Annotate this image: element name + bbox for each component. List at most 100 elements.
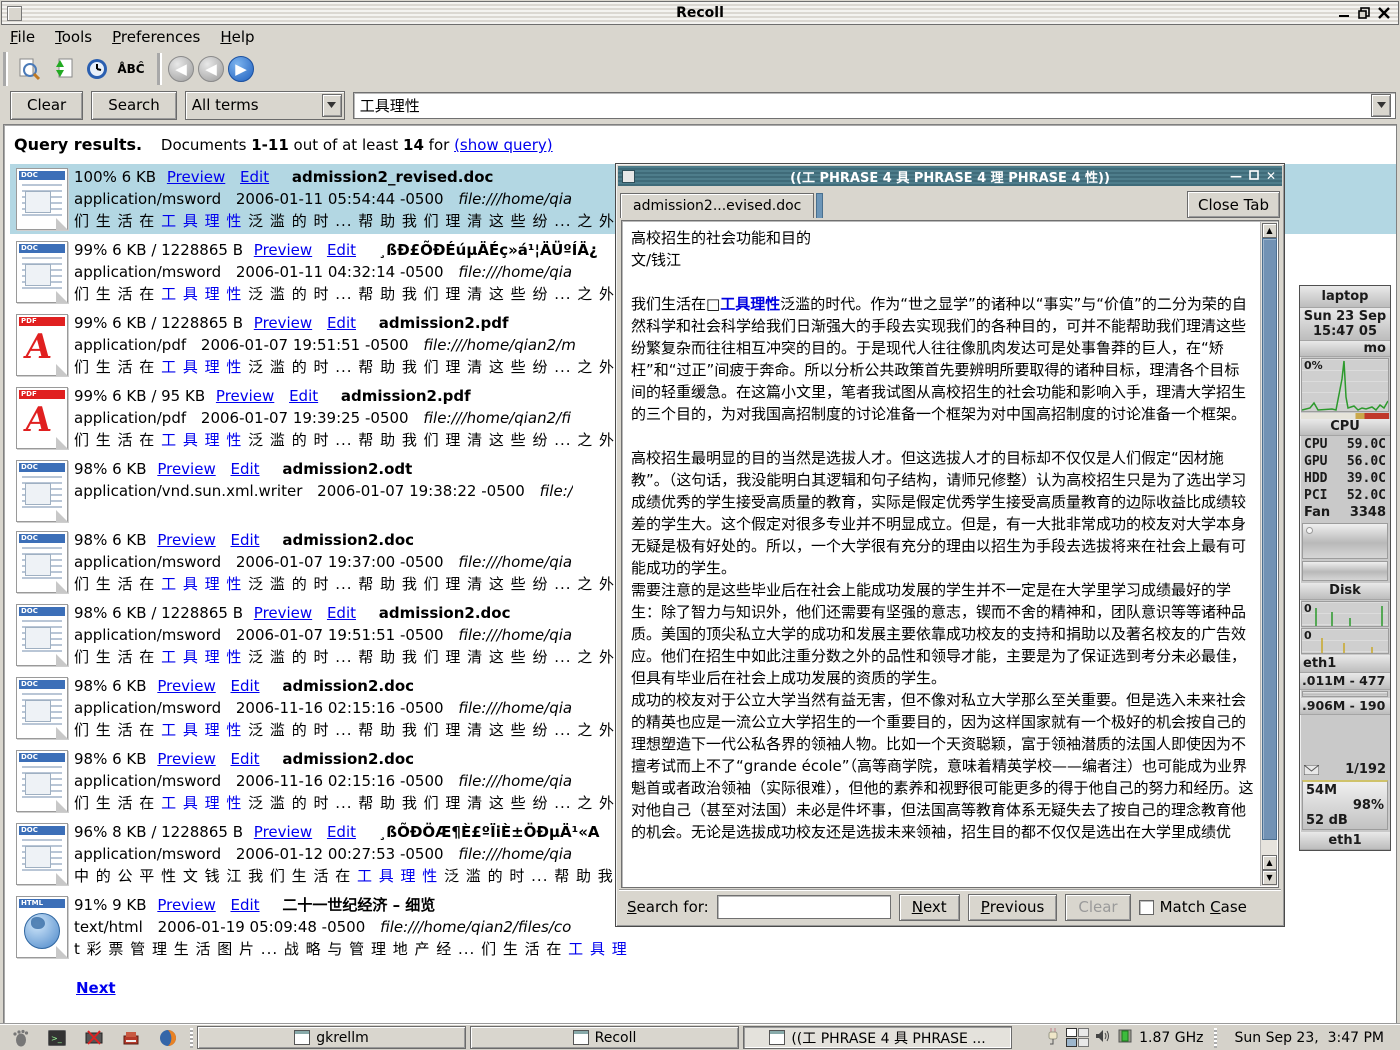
result-filename: ¸ßÕÐÖÆ¶È£ºÏiÈ±ÖÐµÄ¹«A <box>379 823 600 841</box>
first-page-icon[interactable]: ◀ <box>168 56 194 82</box>
preview-maximize-icon[interactable] <box>1249 169 1259 183</box>
file-type-icon[interactable]: DOC <box>16 604 68 666</box>
clear-button[interactable]: Clear <box>10 91 83 120</box>
gnome-menu-icon[interactable] <box>10 1028 30 1048</box>
main-titlebar[interactable]: Recoll <box>1 1 1399 25</box>
file-type-icon[interactable]: DOC <box>16 823 68 885</box>
minimize-icon[interactable] <box>1338 7 1350 19</box>
taskbar-button-phrase4phrase[interactable]: ((工 PHRASE 4 具 PHRASE ... <box>743 1026 1012 1049</box>
next-page-icon[interactable]: ▶ <box>228 56 254 82</box>
mail-row[interactable]: 1/192 <box>1300 761 1390 778</box>
show-query-link[interactable]: (show query) <box>454 136 553 154</box>
edit-link[interactable]: Edit <box>240 168 269 186</box>
search-mode-select[interactable]: All terms <box>185 91 345 120</box>
file-type-icon[interactable]: PDF A <box>16 387 68 449</box>
preview-tab[interactable]: admission2...evised.doc <box>620 193 814 218</box>
volume-level: 52 dB <box>1306 813 1384 828</box>
file-type-icon[interactable]: DOC <box>16 241 68 303</box>
preview-titlebar[interactable]: ((工 PHRASE 4 具 PHRASE 4 理 PHRASE 4 性)) —… <box>618 166 1282 186</box>
gkrellm-clock: Sun 23 Sep 15:47 05 <box>1300 308 1390 341</box>
taskbar-clock[interactable]: Sun Sep 23, 3:47 PM <box>1227 1030 1395 1046</box>
typewriter-launcher-icon[interactable] <box>121 1028 141 1048</box>
edit-link[interactable]: Edit <box>327 314 356 332</box>
disk-chart-2[interactable]: 0 <box>1301 628 1389 654</box>
find-next-button[interactable]: Next <box>899 894 960 921</box>
menu-item-file[interactable]: File <box>10 28 35 46</box>
query-history-arrow-icon[interactable] <box>1371 94 1391 117</box>
cpu-chart[interactable]: 0% <box>1301 358 1389 412</box>
preview-link[interactable]: Preview <box>157 531 215 549</box>
close-icon[interactable] <box>1378 7 1390 19</box>
file-type-icon[interactable]: PDF A <box>16 314 68 376</box>
preview-scrollbar[interactable]: ▲ ▲ ▼ <box>1260 222 1277 886</box>
edit-link[interactable]: Edit <box>231 677 260 695</box>
file-type-icon[interactable]: DOC <box>16 677 68 739</box>
find-input[interactable] <box>717 895 891 919</box>
find-clear-button[interactable]: Clear <box>1065 894 1130 921</box>
result-filename: admission2.pdf <box>379 314 509 332</box>
preview-link[interactable]: Preview <box>157 677 215 695</box>
edit-link[interactable]: Edit <box>327 604 356 622</box>
preview-close-icon[interactable]: ✕ <box>1266 169 1276 183</box>
edit-link[interactable]: Edit <box>289 387 318 405</box>
edit-link[interactable]: Edit <box>231 750 260 768</box>
keyboard-kill-icon[interactable] <box>84 1028 104 1048</box>
result-mimetype: application/msword <box>74 845 221 863</box>
query-input[interactable]: 工具理性 <box>353 92 1396 119</box>
menu-item-tools[interactable]: Tools <box>55 28 92 46</box>
power-plug-icon[interactable] <box>1046 1027 1060 1049</box>
preview-link[interactable]: Preview <box>157 896 215 914</box>
firefox-launcher-icon[interactable] <box>158 1028 178 1048</box>
file-type-icon[interactable]: DOC <box>16 168 68 230</box>
preview-minimize-icon[interactable]: — <box>1230 169 1242 183</box>
cpufreq-tray-icon[interactable] <box>1117 1028 1133 1048</box>
edit-link[interactable]: Edit <box>327 823 356 841</box>
temp-row-pci: PCI52.0C <box>1300 487 1390 504</box>
preview-link[interactable]: Preview <box>167 168 225 186</box>
taskbar-button-recoll[interactable]: Recoll <box>470 1026 739 1049</box>
next-results-link[interactable]: Next <box>76 979 116 997</box>
terminal-launcher-icon[interactable]: >_ <box>47 1028 67 1048</box>
scroll-up-icon[interactable]: ▲ <box>1262 223 1277 238</box>
scrollbar-thumb[interactable] <box>1262 238 1277 840</box>
taskbar-button-gkrellm[interactable]: gkrellm <box>197 1026 466 1049</box>
file-type-icon[interactable]: DOC <box>16 531 68 593</box>
restore-icon[interactable] <box>1358 7 1370 19</box>
document-history-icon[interactable] <box>82 55 112 83</box>
close-tab-button[interactable]: Close Tab <box>1187 191 1280 218</box>
file-type-icon[interactable]: HTML <box>16 896 68 958</box>
preview-text-area[interactable]: 高校招生的社会功能和目的 文/钱江 我们生活在□工具理性泛滥的时代。作为“世之显… <box>621 220 1279 888</box>
edit-link[interactable]: Edit <box>327 241 356 259</box>
taskbar-handle[interactable] <box>190 1028 193 1048</box>
edit-link[interactable]: Edit <box>231 460 260 478</box>
match-case-checkbox[interactable] <box>1139 900 1154 915</box>
term-explorer-icon[interactable]: ÅBĈ <box>116 55 146 83</box>
sort-parameters-icon[interactable] <box>48 55 78 83</box>
workspace-pager[interactable] <box>1066 1028 1089 1047</box>
previous-page-icon[interactable]: ◀ <box>198 56 224 82</box>
menu-item-preferences[interactable]: Preferences <box>112 28 200 46</box>
search-mode-arrow-icon[interactable] <box>322 94 342 117</box>
preview-link[interactable]: Preview <box>254 604 312 622</box>
edit-link[interactable]: Edit <box>231 531 260 549</box>
menu-item-help[interactable]: Help <box>220 28 254 46</box>
find-previous-button[interactable]: Previous <box>968 894 1058 921</box>
disk-chart-1[interactable]: 0 <box>1301 601 1389 627</box>
gkrellm-panel[interactable]: laptop Sun 23 Sep 15:47 05 mo 0% CPU CPU… <box>1299 285 1391 851</box>
edit-link[interactable]: Edit <box>231 896 260 914</box>
memory-meter[interactable]: 54M 98% 52 dB <box>1302 780 1388 830</box>
preview-link[interactable]: Preview <box>216 387 274 405</box>
fan-meter-panel[interactable] <box>1302 523 1388 559</box>
volume-tray-icon[interactable] <box>1095 1029 1111 1047</box>
search-button[interactable]: Search <box>91 91 177 120</box>
scroll-down-icon[interactable]: ▼ <box>1262 870 1277 885</box>
file-type-icon[interactable]: DOC <box>16 460 68 522</box>
preview-link[interactable]: Preview <box>157 460 215 478</box>
preview-link[interactable]: Preview <box>254 241 312 259</box>
file-type-icon[interactable]: DOC <box>16 750 68 812</box>
tray-handle[interactable] <box>1214 1028 1217 1048</box>
preview-link[interactable]: Preview <box>157 750 215 768</box>
preview-link[interactable]: Preview <box>254 823 312 841</box>
advanced-search-icon[interactable] <box>14 55 44 83</box>
preview-link[interactable]: Preview <box>254 314 312 332</box>
